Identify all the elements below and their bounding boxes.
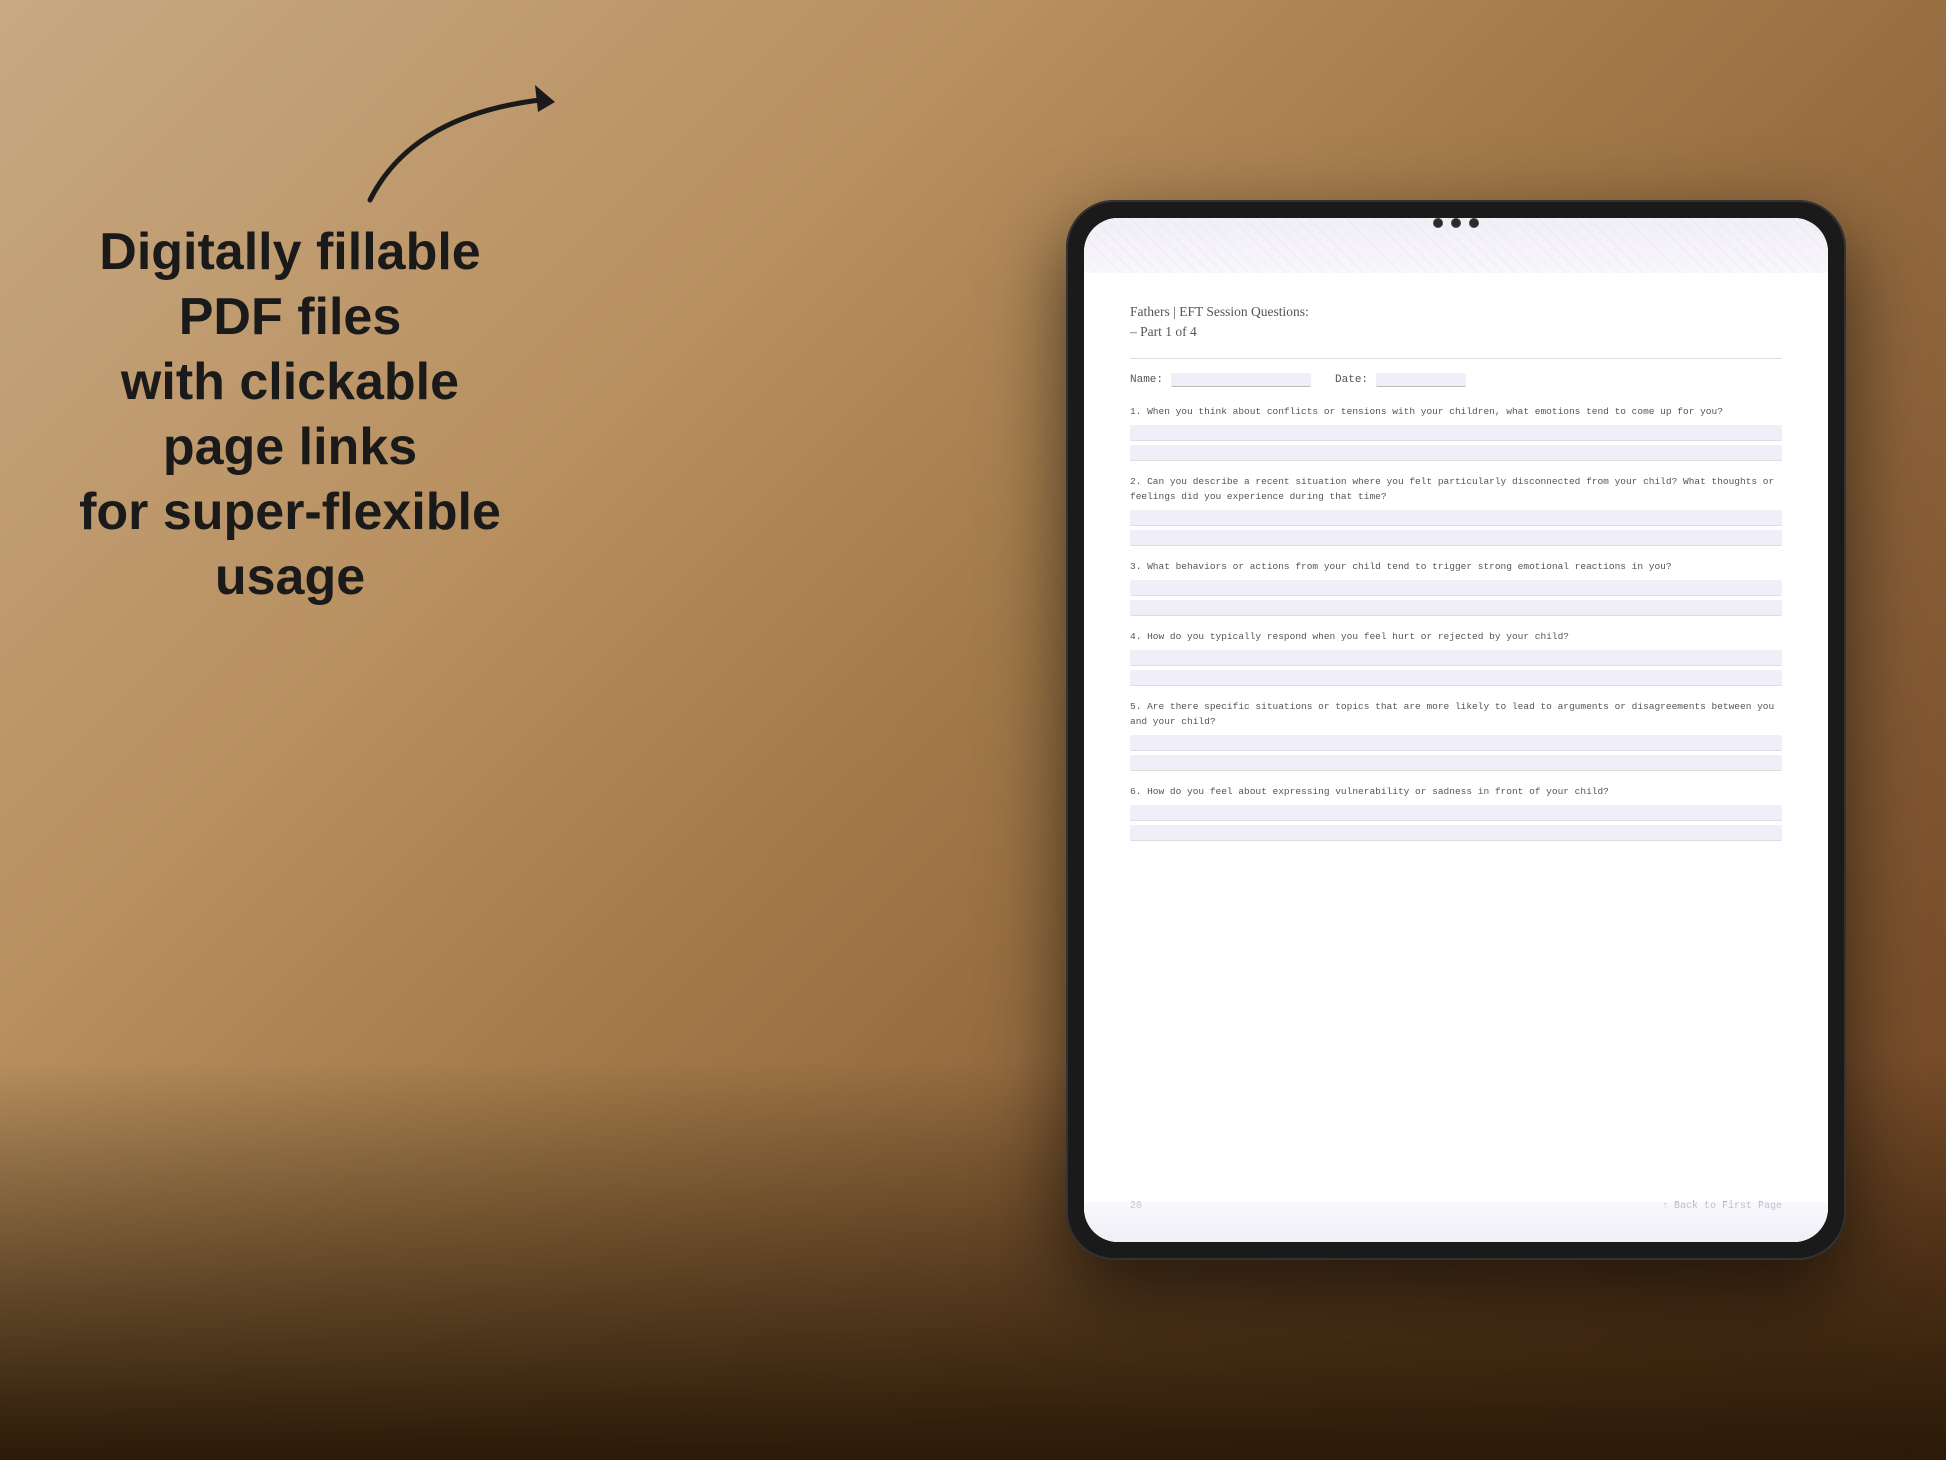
answer-lines-3 <box>1130 580 1782 616</box>
answer-line-2-2[interactable] <box>1130 530 1782 546</box>
answer-lines-5 <box>1130 735 1782 771</box>
question-text-2: 2. Can you describe a recent situation w… <box>1130 475 1782 504</box>
camera-dot-2 <box>1451 218 1461 228</box>
question-block-1: 1. When you think about conflicts or ten… <box>1130 405 1782 461</box>
promo-text-block: Digitally fillable PDF files with clicka… <box>60 220 520 610</box>
date-label: Date: <box>1335 374 1368 386</box>
question-text-5: 5. Are there specific situations or topi… <box>1130 700 1782 729</box>
question-text-3: 3. What behaviors or actions from your c… <box>1130 560 1782 574</box>
arrow-icon <box>340 60 600 240</box>
pdf-bottom-ornament <box>1084 1202 1828 1242</box>
promo-line-2: with clickable page links <box>121 353 459 476</box>
question-block-3: 3. What behaviors or actions from your c… <box>1130 560 1782 616</box>
promo-text: Digitally fillable PDF files with clicka… <box>60 220 520 610</box>
date-input-field[interactable] <box>1376 373 1466 387</box>
answer-line-5-2[interactable] <box>1130 755 1782 771</box>
answer-lines-6 <box>1130 805 1782 841</box>
tablet-screen: Fathers | EFT Session Questions: – Part … <box>1084 218 1828 1242</box>
camera-dot-1 <box>1433 218 1443 228</box>
question-block-4: 4. How do you typically respond when you… <box>1130 630 1782 686</box>
pdf-subtitle: – Part 1 of 4 <box>1130 324 1782 340</box>
answer-line-4-2[interactable] <box>1130 670 1782 686</box>
question-block-2: 2. Can you describe a recent situation w… <box>1130 475 1782 546</box>
answer-line-6-1[interactable] <box>1130 805 1782 821</box>
answer-line-4-1[interactable] <box>1130 650 1782 666</box>
question-text-4: 4. How do you typically respond when you… <box>1130 630 1782 644</box>
pdf-title: Fathers | EFT Session Questions: <box>1130 304 1782 320</box>
answer-line-6-2[interactable] <box>1130 825 1782 841</box>
camera-dot-3 <box>1469 218 1479 228</box>
answer-line-3-2[interactable] <box>1130 600 1782 616</box>
question-text-6: 6. How do you feel about expressing vuln… <box>1130 785 1782 799</box>
promo-line-1: Digitally fillable PDF files <box>99 223 480 346</box>
pdf-content: Fathers | EFT Session Questions: – Part … <box>1130 304 1782 1212</box>
tablet-device: Fathers | EFT Session Questions: – Part … <box>1066 200 1846 1260</box>
answer-line-5-1[interactable] <box>1130 735 1782 751</box>
tablet-container: Fathers | EFT Session Questions: – Part … <box>1046 40 1866 1420</box>
question-block-5: 5. Are there specific situations or topi… <box>1130 700 1782 771</box>
question-block-6: 6. How do you feel about expressing vuln… <box>1130 785 1782 841</box>
pdf-questions-list: 1. When you think about conflicts or ten… <box>1130 405 1782 1189</box>
answer-line-3-1[interactable] <box>1130 580 1782 596</box>
answer-lines-1 <box>1130 425 1782 461</box>
answer-line-2-1[interactable] <box>1130 510 1782 526</box>
pdf-document: Fathers | EFT Session Questions: – Part … <box>1084 218 1828 1242</box>
name-input-field[interactable] <box>1171 373 1311 387</box>
pdf-divider <box>1130 358 1782 359</box>
answer-line-1-1[interactable] <box>1130 425 1782 441</box>
pdf-fields-row: Name: Date: <box>1130 373 1782 387</box>
answer-lines-2 <box>1130 510 1782 546</box>
question-text-1: 1. When you think about conflicts or ten… <box>1130 405 1782 419</box>
answer-lines-4 <box>1130 650 1782 686</box>
answer-line-1-2[interactable] <box>1130 445 1782 461</box>
name-label: Name: <box>1130 374 1163 386</box>
promo-line-3: for super-flexible usage <box>79 483 501 606</box>
tablet-camera-bar <box>1433 218 1479 228</box>
